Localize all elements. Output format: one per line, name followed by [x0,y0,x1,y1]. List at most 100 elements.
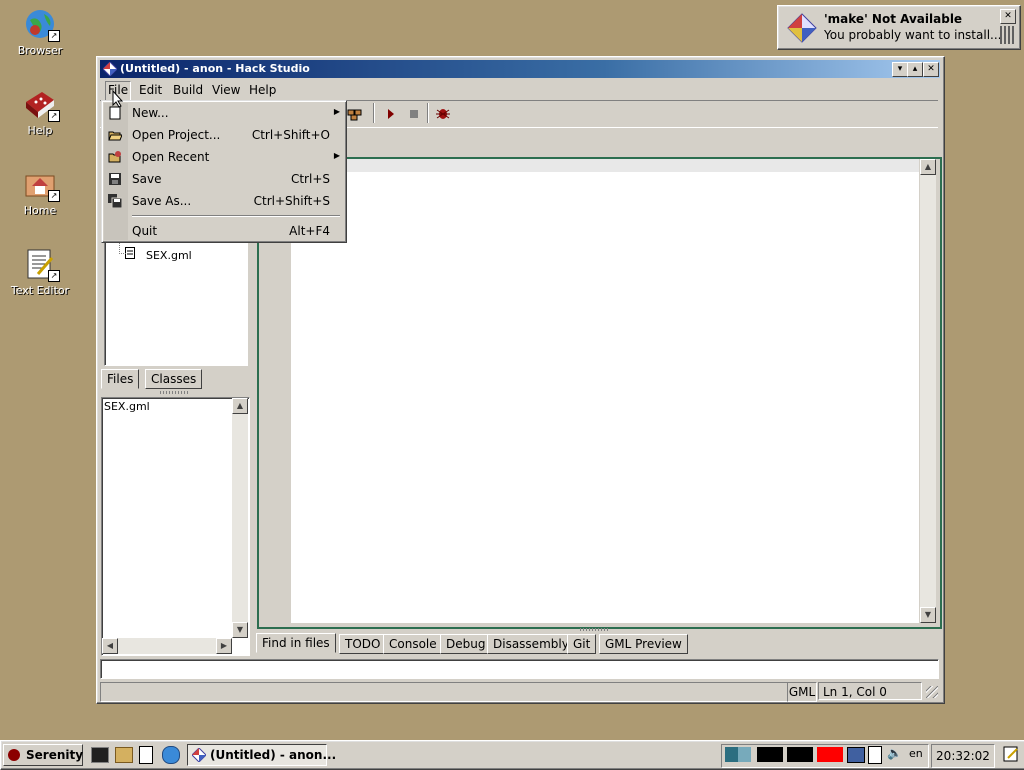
close-button[interactable]: ✕ [923,62,939,77]
mouse-cursor [112,89,124,108]
maximize-button[interactable]: ▴ [907,62,923,77]
task-button-hack-studio[interactable]: (Untitled) - anon... [187,744,336,766]
desktop-icon-label: Text Editor [10,284,70,297]
desktop-icon-help[interactable]: ↗ Help [8,88,72,137]
start-label: Serenity [26,748,84,762]
submenu-arrow-icon: ▶ [333,107,340,116]
network-icon[interactable] [847,747,865,763]
locator-input[interactable] [100,659,939,679]
statusbar-position: Ln 1, Col 0 [818,682,922,700]
tab-debug[interactable]: Debug [440,634,492,654]
notes-icon[interactable] [1003,746,1019,762]
text-editor-launcher-icon[interactable] [139,746,153,764]
close-icon: ✕ [1004,11,1012,21]
text-editor-icon: ↗ [24,248,60,282]
window-title: (Untitled) - anon - Hack Studio [120,62,310,75]
menu-item-label: Open Project... [132,128,221,142]
debug-icon[interactable] [435,105,451,121]
run-icon[interactable] [388,109,394,119]
save-as-icon [108,194,123,209]
close-icon: ✕ [927,64,935,74]
book-icon: ↗ [24,88,60,122]
menu-item-shortcut: Ctrl+Shift+O [251,128,330,142]
menu-item-label: New... [132,106,169,120]
notification-grip [1000,26,1014,44]
current-line-highlight [291,159,919,172]
clipboard-icon[interactable] [868,746,882,764]
scroll-right-button[interactable]: ▶ [216,638,232,654]
notification-title: 'make' Not Available [824,12,963,26]
save-icon [108,172,122,186]
menu-item-new[interactable]: New... ▶ [102,102,346,124]
scroll-up-button[interactable]: ▲ [920,159,936,175]
notification-close-button[interactable]: ✕ [1000,9,1016,24]
toolbar-separator [427,103,428,123]
menu-item-shortcut: Alt+F4 [289,224,330,238]
open-files-hscrollbar[interactable]: ◀ ▶ [102,638,232,654]
terminal-icon[interactable] [91,747,109,763]
tab-disassembly[interactable]: Disassembly [487,634,575,654]
menu-item-label: Open Recent [132,150,210,164]
gml-file-icon [125,247,135,259]
tree-item-file[interactable]: SEX.gml [146,249,192,262]
start-button[interactable]: Serenity [3,744,83,766]
tab-gml-preview[interactable]: GML Preview [599,634,688,654]
home-folder-icon: ↗ [24,168,60,202]
splitter-grip[interactable] [580,628,610,631]
desktop-icon-home[interactable]: ↗ Home [8,168,72,217]
statusbar-main [100,682,788,702]
tab-classes[interactable]: Classes [145,369,203,389]
menu-item-save-as[interactable]: Save As... Ctrl+Shift+S [102,190,346,212]
scroll-left-button[interactable]: ◀ [102,638,118,654]
stop-icon[interactable] [410,110,418,118]
recent-folder-icon [108,150,122,164]
menu-item-open-project[interactable]: Open Project... Ctrl+Shift+O [102,124,346,146]
arrow-down-icon: ▼ [236,625,244,634]
splitter-grip[interactable] [160,391,190,394]
menu-build[interactable]: Build [173,83,203,97]
volume-icon[interactable]: 🔈 [887,746,902,760]
resize-grip[interactable] [926,686,938,698]
open-files-scrollbar[interactable]: ▲ ▼ [232,398,248,638]
menu-item-save[interactable]: Save Ctrl+S [102,168,346,190]
desktop-icon-label: Help [27,124,53,137]
scroll-down-button[interactable]: ▼ [920,607,936,623]
code-editor[interactable] [291,159,919,623]
file-menu[interactable]: New... ▶ Open Project... Ctrl+Shift+O Op… [101,100,347,243]
browser-launcher-icon[interactable] [162,746,180,764]
tab-find-in-files[interactable]: Find in files [256,633,336,653]
menu-item-shortcut: Ctrl+Shift+S [253,194,330,208]
menu-help[interactable]: Help [249,83,276,97]
serenity-logo-icon [8,749,20,761]
window-titlebar[interactable]: (Untitled) - anon - Hack Studio ▾ ▴ ✕ [100,60,940,78]
desktop-icon-browser[interactable]: ↗ Browser [8,8,72,57]
clock[interactable]: 20:32:02 [931,744,995,768]
menu-view[interactable]: View [212,83,240,97]
scroll-up-button[interactable]: ▲ [232,398,248,414]
desktop-icon-label: Home [23,204,57,217]
file-manager-icon[interactable] [115,747,133,763]
workspace-switcher[interactable] [725,747,751,762]
menu-item-label: Save [132,172,162,186]
menu-item-quit[interactable]: Quit Alt+F4 [102,220,346,242]
menu-item-open-recent[interactable]: Open Recent ▶ [102,146,346,168]
editor-scrollbar[interactable]: ▲ ▼ [920,159,936,623]
menu-item-label: Quit [132,224,158,238]
tab-files[interactable]: Files [101,369,140,389]
notification-toast[interactable]: 'make' Not Available You probably want t… [777,5,1021,50]
keymap-indicator[interactable]: en [909,747,923,760]
scroll-down-button[interactable]: ▼ [232,622,248,638]
menu-edit[interactable]: Edit [139,83,162,97]
minimize-button[interactable]: ▾ [892,62,908,77]
tab-console[interactable]: Console [383,634,443,654]
desktop-icon-text-editor[interactable]: ↗ Text Editor [8,248,72,297]
tab-todo[interactable]: TODO [339,634,387,654]
build-icon[interactable] [347,106,363,122]
open-file-item[interactable]: SEX.gml [104,400,150,413]
arrow-down-icon: ▼ [924,610,932,619]
toolbar-separator [373,103,374,123]
open-files-list[interactable]: SEX.gml ▲ ▼ ◀ ▶ [101,397,250,656]
globe-icon: ↗ [24,8,60,42]
tab-git[interactable]: Git [567,634,597,654]
arrow-right-icon: ▶ [220,641,228,650]
